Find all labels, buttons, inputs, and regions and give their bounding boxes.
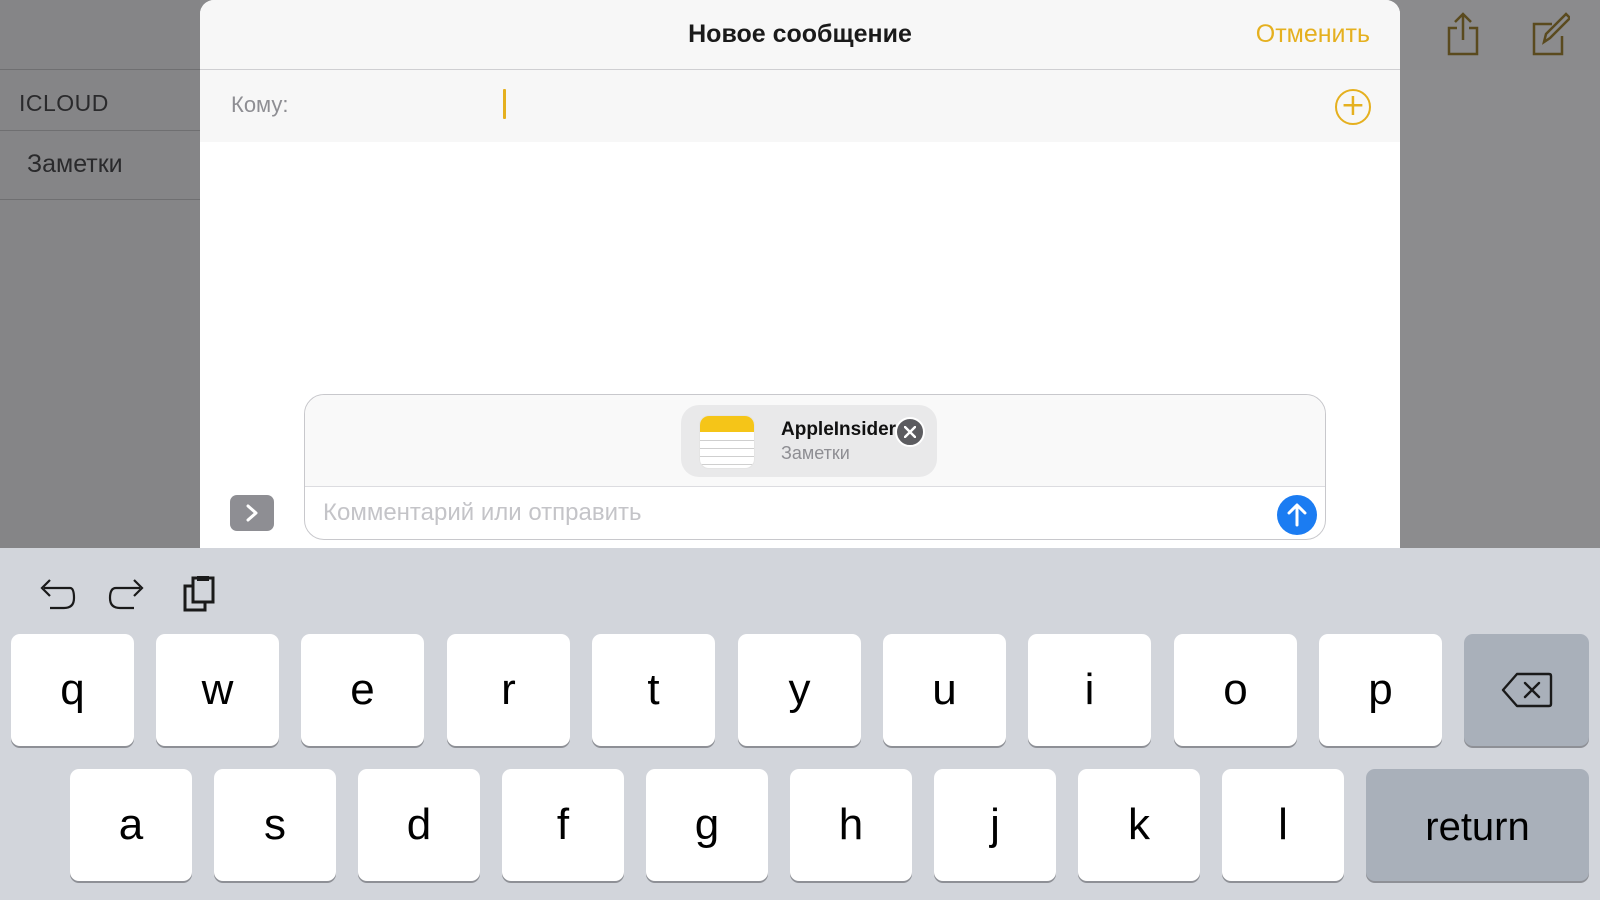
- background-sidebar: [0, 0, 200, 548]
- chevron-right-icon: [246, 504, 258, 522]
- comment-input[interactable]: [323, 495, 1243, 531]
- key-i[interactable]: i: [1028, 634, 1151, 746]
- close-icon: [904, 426, 916, 438]
- paste-icon[interactable]: [180, 574, 220, 614]
- redo-icon[interactable]: [108, 574, 148, 614]
- compose-icon: [1532, 12, 1570, 56]
- arrow-up-icon: [1287, 503, 1307, 527]
- key-w[interactable]: w: [156, 634, 279, 746]
- key-p[interactable]: p: [1319, 634, 1442, 746]
- key-l[interactable]: l: [1222, 769, 1344, 881]
- key-a[interactable]: a: [70, 769, 192, 881]
- key-d[interactable]: d: [358, 769, 480, 881]
- key-t[interactable]: t: [592, 634, 715, 746]
- to-label: Кому:: [231, 92, 289, 117]
- notes-app-icon: [699, 415, 755, 469]
- return-key[interactable]: return: [1366, 769, 1589, 881]
- recipient-row: Кому:: [200, 70, 1400, 142]
- backspace-icon: [1501, 672, 1553, 708]
- keyboard: q w e r t y u i o p a s d f g h j k l re…: [0, 548, 1600, 900]
- key-h[interactable]: h: [790, 769, 912, 881]
- recipient-input[interactable]: [304, 86, 1204, 122]
- attachment-area: AppleInsider Заметки: [305, 395, 1325, 487]
- divider: [0, 69, 200, 70]
- key-g[interactable]: g: [646, 769, 768, 881]
- undo-icon[interactable]: [36, 574, 76, 614]
- message-composer: AppleInsider Заметки: [304, 394, 1326, 540]
- key-k[interactable]: k: [1078, 769, 1200, 881]
- key-y[interactable]: y: [738, 634, 861, 746]
- key-s[interactable]: s: [214, 769, 336, 881]
- attachment-card[interactable]: AppleInsider Заметки: [681, 405, 937, 477]
- key-q[interactable]: q: [11, 634, 134, 746]
- key-f[interactable]: f: [502, 769, 624, 881]
- compose-title: Новое сообщение: [688, 20, 912, 48]
- key-e[interactable]: e: [301, 634, 424, 746]
- share-icon: [1447, 12, 1479, 56]
- divider: [0, 199, 200, 200]
- key-o[interactable]: o: [1174, 634, 1297, 746]
- plus-circle-icon[interactable]: +: [1335, 89, 1371, 125]
- expand-apps-button[interactable]: [230, 495, 274, 531]
- compose-header: Новое сообщение Отменить: [200, 0, 1400, 70]
- backspace-key[interactable]: [1464, 634, 1589, 746]
- sidebar-section-label: ICLOUD: [19, 90, 109, 116]
- cancel-button[interactable]: Отменить: [1256, 20, 1370, 49]
- send-button[interactable]: [1277, 495, 1317, 535]
- sidebar-item-notes: Заметки: [27, 150, 123, 178]
- compose-sheet: Новое сообщение Отменить Кому: + AppleIn…: [200, 0, 1400, 548]
- attachment-title: AppleInsider: [781, 419, 897, 440]
- remove-attachment-button[interactable]: [895, 417, 925, 447]
- attachment-subtitle: Заметки: [781, 443, 850, 463]
- divider: [0, 130, 200, 131]
- key-u[interactable]: u: [883, 634, 1006, 746]
- key-r[interactable]: r: [447, 634, 570, 746]
- key-j[interactable]: j: [934, 769, 1056, 881]
- text-cursor: [503, 89, 506, 119]
